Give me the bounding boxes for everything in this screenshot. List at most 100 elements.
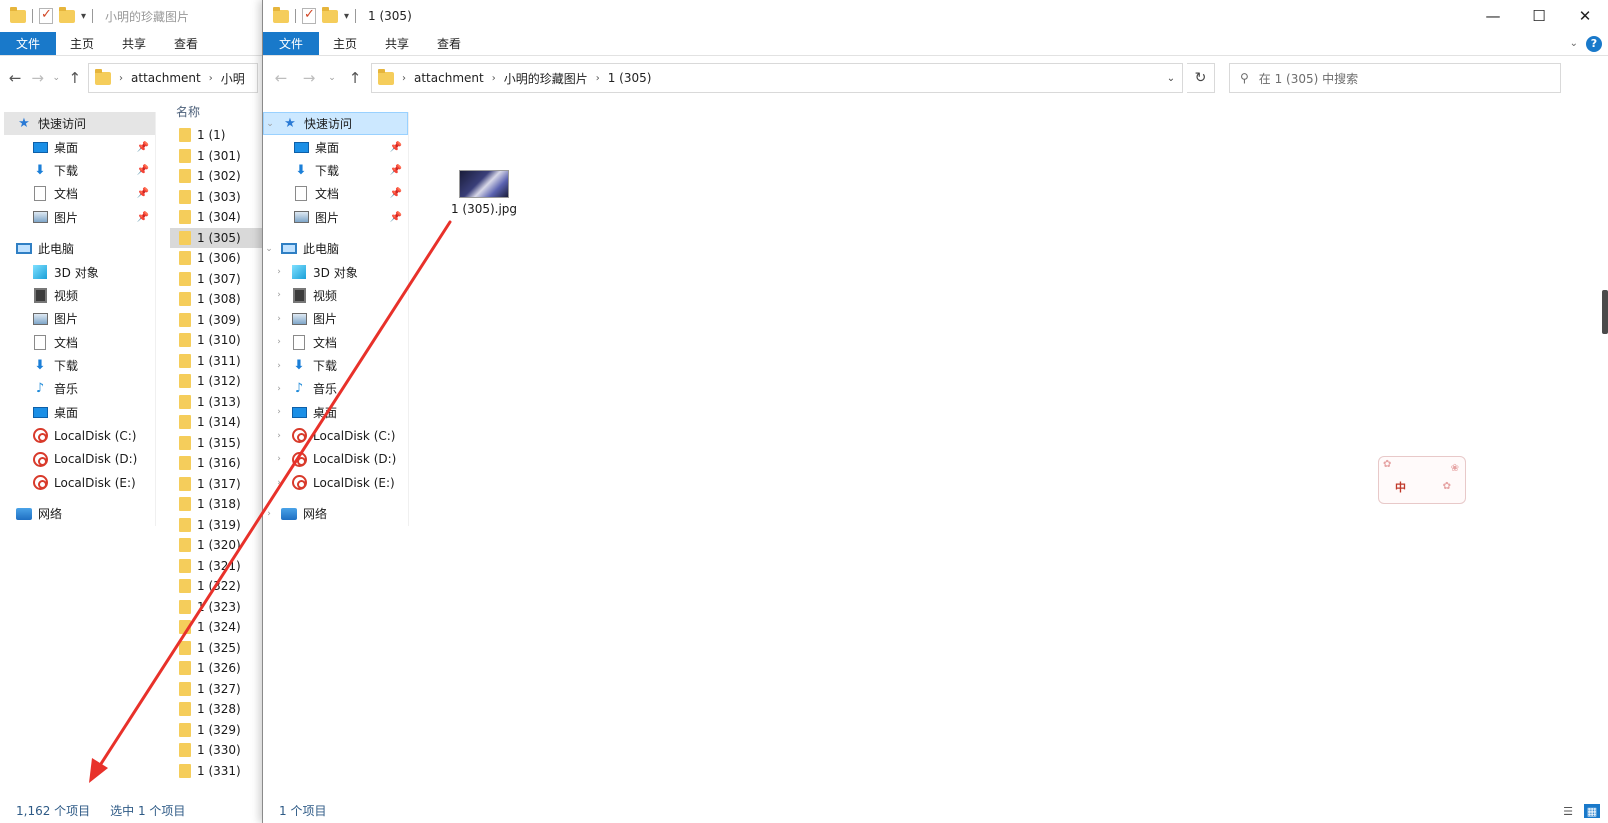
folder-row[interactable]: 1 (321) [170,556,264,577]
chevron-right-icon[interactable]: › [596,73,600,84]
folder-row[interactable]: 1 (301) [170,146,264,167]
chevron-right-icon[interactable]: › [263,509,275,519]
folder-row[interactable]: 1 (309) [170,310,264,331]
up-arrow-icon[interactable]: ↑ [343,66,367,90]
details-view-icon[interactable]: ☰ [1560,804,1576,818]
nav-pictures-pc[interactable]: › 图片 [263,307,408,330]
nav-music[interactable]: › ♪ 音乐 [263,377,408,400]
nav-quick-access[interactable]: ★ 快速访问 [4,112,155,136]
ime-status-widget[interactable]: ✿ ❀ ✿ 中 [1378,456,1466,504]
chevron-down-icon[interactable]: ⌄ [264,119,276,129]
scrollbar-thumb[interactable] [1602,290,1608,334]
folder-row[interactable]: 1 (327) [170,679,264,700]
back-arrow-icon[interactable]: ← [269,66,293,90]
customize-quick-access-icon[interactable]: ▾ [344,11,349,22]
recent-locations-icon[interactable]: ⌄ [325,66,339,90]
forward-arrow-icon[interactable]: → [297,66,321,90]
chevron-right-icon[interactable]: › [209,73,213,84]
nav-disk-e[interactable]: LocalDisk (E:) [4,471,155,494]
folder-row[interactable]: 1 (324) [170,617,264,638]
folder-row[interactable]: 1 (319) [170,515,264,536]
nav-disk-c[interactable]: LocalDisk (C:) [4,424,155,447]
folder-icon[interactable] [273,6,289,23]
folder-row[interactable]: 1 (317) [170,474,264,495]
refresh-icon[interactable]: ↻ [1187,63,1215,93]
nav-documents-pc[interactable]: 文档 [4,331,155,354]
chevron-right-icon[interactable]: › [273,454,285,464]
tab-view[interactable]: 查看 [160,32,212,55]
nav-desktop[interactable]: 桌面 📌 [263,135,408,158]
chevron-right-icon[interactable]: › [273,431,285,441]
chevron-right-icon[interactable]: › [492,73,496,84]
chevron-right-icon[interactable]: › [273,384,285,394]
nav-this-pc[interactable]: 此电脑 [4,237,155,260]
file-name[interactable]: 1 (305).jpg [449,202,519,216]
nav-disk-d[interactable]: LocalDisk (D:) [4,447,155,470]
nav-downloads-pc[interactable]: › ⬇ 下载 [263,354,408,377]
chevron-right-icon[interactable]: › [273,337,285,347]
new-folder-icon[interactable] [59,6,75,23]
file-item[interactable]: 1 (305).jpg [449,170,519,216]
nav-desktop-pc[interactable]: 桌面 [4,401,155,424]
nav-network[interactable]: 网络 [4,502,155,525]
tab-view[interactable]: 查看 [423,32,475,55]
breadcrumb-item[interactable]: attachment [414,71,484,85]
folder-row[interactable]: 1 (311) [170,351,264,372]
folder-row[interactable]: 1 (329) [170,720,264,741]
breadcrumb-item[interactable]: 1 (305) [608,71,652,85]
address-dropdown-icon[interactable]: ⌄ [1160,73,1182,84]
folder-icon[interactable] [10,6,26,23]
back-arrow-icon[interactable]: ← [6,66,24,90]
folder-row[interactable]: 1 (305) [170,227,264,248]
folder-row[interactable]: 1 (313) [170,392,264,413]
nav-documents-pc[interactable]: › 文档 [263,331,408,354]
address-bar[interactable]: › attachment › 小明 [88,63,259,93]
file-content-area[interactable]: 1 (305).jpg [413,112,1608,797]
nav-videos[interactable]: › 视频 [263,284,408,307]
address-bar[interactable]: › attachment › 小明的珍藏图片 › 1 (305) ⌄ [371,63,1183,93]
folder-row[interactable]: 1 (310) [170,330,264,351]
image-thumbnail[interactable] [459,170,509,198]
folder-row[interactable]: 1 (1) [170,125,264,146]
nav-quick-access[interactable]: ⌄ ★ 快速访问 [263,112,408,136]
nav-3d-objects[interactable]: 3D 对象 [4,260,155,283]
nav-downloads[interactable]: ⬇ 下载 📌 [263,159,408,182]
nav-desktop-pc[interactable]: › 桌面 [263,401,408,424]
minimize-button[interactable]: — [1470,0,1516,32]
chevron-right-icon[interactable]: › [273,478,285,488]
nav-desktop[interactable]: 桌面 📌 [4,135,155,158]
nav-this-pc[interactable]: ⌄ 此电脑 [263,237,408,260]
chevron-right-icon[interactable]: › [402,73,406,84]
forward-arrow-icon[interactable]: → [28,66,46,90]
folder-row[interactable]: 1 (315) [170,433,264,454]
tab-home[interactable]: 主页 [319,32,371,55]
folder-row[interactable]: 1 (312) [170,371,264,392]
chevron-right-icon[interactable]: › [119,73,123,84]
customize-quick-access-icon[interactable]: ▾ [81,11,86,22]
nav-network[interactable]: › 网络 [263,502,408,525]
tab-file[interactable]: 文件 [0,32,57,55]
nav-disk-e[interactable]: › LocalDisk (E:) [263,471,408,494]
large-icons-view-icon[interactable]: ▦ [1584,804,1600,818]
properties-icon[interactable] [302,7,316,24]
search-input[interactable]: ⚲ 在 1 (305) 中搜索 [1229,63,1561,93]
folder-row[interactable]: 1 (318) [170,494,264,515]
column-header-name[interactable]: 名称 [170,97,264,125]
folder-row[interactable]: 1 (320) [170,535,264,556]
tab-share[interactable]: 共享 [108,32,160,55]
chevron-right-icon[interactable]: › [273,407,285,417]
folder-row[interactable]: 1 (326) [170,658,264,679]
folder-row[interactable]: 1 (307) [170,269,264,290]
nav-downloads-pc[interactable]: ⬇ 下载 [4,354,155,377]
folder-row[interactable]: 1 (331) [170,761,264,782]
nav-pictures-pc[interactable]: 图片 [4,307,155,330]
nav-3d-objects[interactable]: › 3D 对象 [263,260,408,283]
folder-row[interactable]: 1 (308) [170,289,264,310]
nav-videos[interactable]: 视频 [4,284,155,307]
chevron-right-icon[interactable]: › [273,314,285,324]
nav-documents[interactable]: 文档 📌 [263,182,408,205]
chevron-right-icon[interactable]: › [273,361,285,371]
nav-disk-c[interactable]: › LocalDisk (C:) [263,424,408,447]
folder-row[interactable]: 1 (325) [170,638,264,659]
breadcrumb-item[interactable]: 小明 [221,70,245,87]
